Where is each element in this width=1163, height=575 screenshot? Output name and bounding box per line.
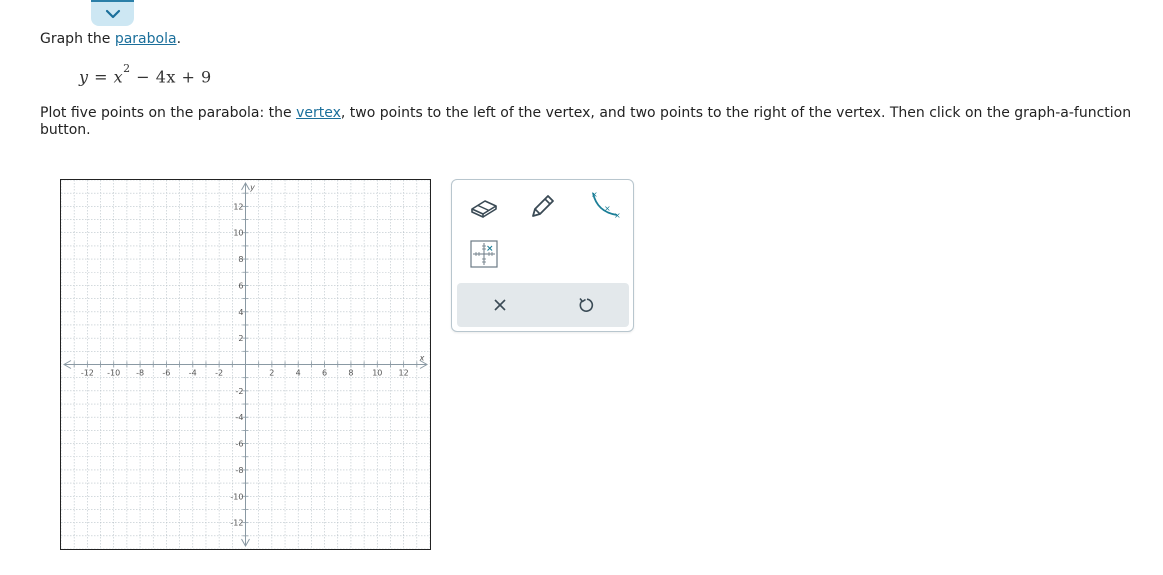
parabola-link[interactable]: parabola xyxy=(115,31,177,47)
x-tick-label: 12 xyxy=(399,369,409,378)
svg-text:×: × xyxy=(604,204,611,213)
x-axis-label: x xyxy=(419,354,425,363)
y-tick-label: -6 xyxy=(236,440,244,449)
y-tick-label: -8 xyxy=(236,466,244,475)
x-tick-label: -4 xyxy=(189,369,197,378)
y-tick-label: 6 xyxy=(238,281,243,290)
y-axis-label: y xyxy=(249,183,255,192)
y-tick-label: -4 xyxy=(236,413,244,422)
graph-a-function-icon: × × × xyxy=(591,190,621,220)
x-tick-label: -12 xyxy=(81,369,94,378)
graph-a-function-button[interactable]: × × × xyxy=(584,186,624,224)
move-points-button[interactable]: × xyxy=(464,235,504,273)
equation-base: x xyxy=(113,67,124,87)
equation-equals: = xyxy=(88,67,114,87)
x-tick-label: 8 xyxy=(348,369,353,378)
x-tick-label: -6 xyxy=(162,369,170,378)
x-tick-label: -8 xyxy=(136,369,144,378)
vertex-link[interactable]: vertex xyxy=(296,105,341,121)
x-tick-label: 4 xyxy=(296,369,301,378)
undo-icon xyxy=(579,297,594,312)
y-tick-label: -12 xyxy=(230,519,243,528)
chevron-down-icon xyxy=(105,9,120,19)
graph-canvas[interactable]: -12 -10 -8 -6 -4 -2 2 4 6 8 10 12 12 10 8 6 4 2 -2 -4 -6 -8 -1… xyxy=(60,179,431,550)
pencil-button[interactable] xyxy=(522,188,562,226)
y-tick-label: 10 xyxy=(233,229,243,238)
y-tick-label: -10 xyxy=(230,492,243,501)
graph-toolbox: × × × × xyxy=(451,179,634,332)
question-prompt: Graph the parabola. xyxy=(40,31,181,47)
eraser-icon xyxy=(471,200,497,218)
undo-button[interactable] xyxy=(566,285,606,325)
x-tick-label: -2 xyxy=(215,369,223,378)
y-tick-label: 4 xyxy=(238,308,243,317)
pencil-icon xyxy=(532,195,554,217)
y-tick-label: 12 xyxy=(233,202,243,211)
x-tick-label: 10 xyxy=(372,369,382,378)
instructions-text-1: Plot five points on the parabola: the xyxy=(40,105,297,121)
equation-exponent: 2 xyxy=(123,62,131,75)
y-tick-label: 2 xyxy=(238,334,243,343)
coordinate-plane[interactable]: -12 -10 -8 -6 -4 -2 2 4 6 8 10 12 12 10 8 6 4 2 -2 -4 -6 -8 -1… xyxy=(61,180,430,549)
svg-text:×: × xyxy=(591,190,598,199)
x-tick-label: 6 xyxy=(322,369,327,378)
y-tick-label: 8 xyxy=(238,255,243,264)
svg-text:×: × xyxy=(486,244,494,254)
y-tick-label: -2 xyxy=(236,387,244,396)
instructions: Plot five points on the parabola: the ve… xyxy=(40,105,1155,139)
action-bar xyxy=(457,283,629,327)
x-tick-label: 2 xyxy=(269,369,274,378)
eraser-button[interactable] xyxy=(464,188,504,226)
prompt-text: Graph the xyxy=(40,31,115,47)
x-tick-label: -10 xyxy=(107,369,120,378)
equation: y = x2 − 4x + 9 xyxy=(79,62,212,87)
equation-rest: − 4x + 9 xyxy=(130,67,212,87)
svg-text:×: × xyxy=(614,211,621,220)
equation-lhs: y xyxy=(79,67,89,87)
close-icon xyxy=(494,299,506,311)
prompt-period: . xyxy=(176,31,182,47)
collapse-toggle-button[interactable] xyxy=(91,0,134,26)
clear-button[interactable] xyxy=(480,285,520,325)
grid-points-icon: × xyxy=(470,240,498,268)
